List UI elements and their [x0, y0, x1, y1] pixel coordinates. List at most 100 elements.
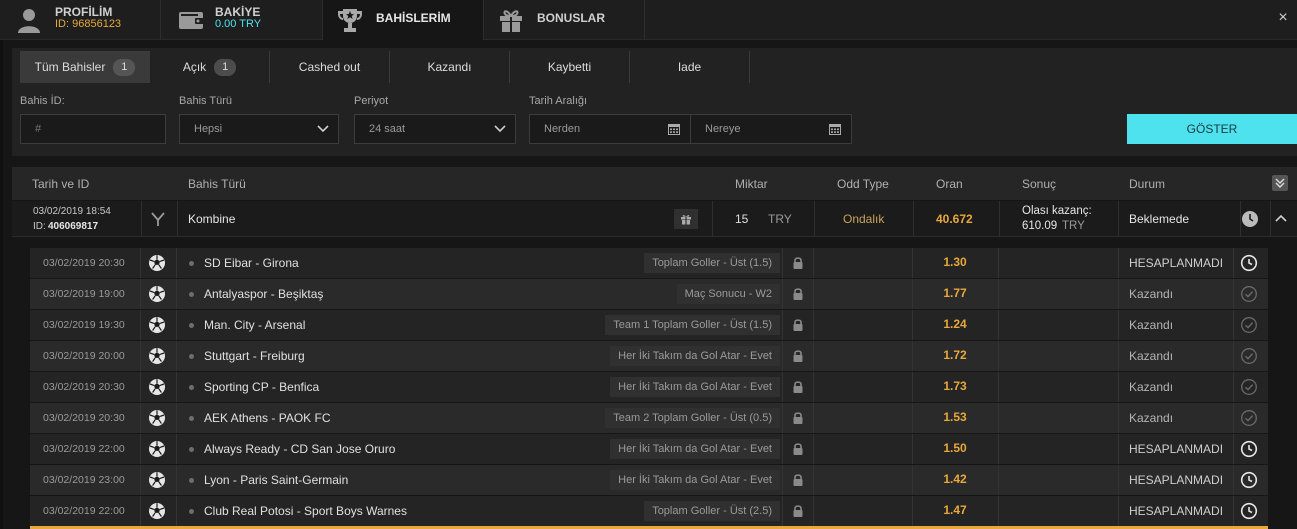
bullet-dot	[189, 447, 194, 452]
bet-row[interactable]: 03/02/2019 18:54 ID: 406069817 Kombine 1…	[12, 201, 1297, 237]
bonus-gift-button[interactable]	[674, 209, 698, 229]
tab-label: Kaybetti	[547, 60, 592, 74]
bullet-dot	[189, 354, 194, 359]
soccer-ball-icon	[149, 286, 165, 302]
selection-row[interactable]: 03/02/2019 22:00 Club Real Potosi - Sport…	[30, 496, 1268, 526]
col-odds: Oran	[936, 177, 963, 191]
selection-status: Kazandı	[1129, 380, 1174, 394]
selection-row[interactable]: 03/02/2019 19:00 Antalyaspor - Beşiktaş Ma…	[30, 279, 1268, 309]
tab-label: Açık	[182, 60, 207, 74]
account-topbar: PROFİLİM ID: 96856123 BAKİYE 0.00 TRY BA…	[0, 0, 1297, 40]
wallet-icon	[179, 12, 204, 29]
check-circle-icon	[1241, 286, 1257, 302]
bet-amount: 15	[735, 212, 749, 226]
odd-type: Ondalık	[843, 212, 885, 226]
lock-icon	[793, 505, 803, 517]
soccer-ball-icon	[149, 441, 165, 457]
bet-date: 03/02/2019 18:54	[33, 206, 111, 217]
selection-match: AEK Athens - PAOK FC	[204, 411, 331, 425]
bet-status: Beklemede	[1129, 212, 1190, 226]
selection-market: Toplam Goller - Üst (2.5)	[644, 501, 780, 521]
bet-type-label: Bahis Türü	[179, 95, 232, 107]
gift-icon	[500, 10, 522, 32]
tab-open[interactable]: Açık 1	[150, 51, 270, 83]
selection-match: Lyon - Paris Saint-Germain	[204, 473, 349, 487]
selection-date: 03/02/2019 20:30	[43, 257, 125, 269]
tab-won[interactable]: Kazandı	[390, 51, 510, 83]
selection-match: Always Ready - CD San Jose Oruro	[204, 442, 396, 456]
selection-odds: 1.73	[943, 379, 967, 393]
lock-icon	[793, 257, 803, 269]
bullet-dot	[189, 478, 194, 483]
tab-lost[interactable]: Kaybetti	[510, 51, 630, 83]
selection-status: HESAPLANMADI	[1129, 504, 1224, 518]
left-scroll-edge	[0, 40, 3, 529]
selection-match: Sporting CP - Benfica	[204, 380, 320, 394]
tab-label: Kazandı	[427, 60, 472, 74]
tab-bonuses[interactable]: BONUSLAR	[484, 0, 645, 40]
selection-status: Kazandı	[1129, 318, 1174, 332]
col-result: Sonuç	[1022, 177, 1057, 191]
selection-date: 03/02/2019 20:30	[43, 381, 125, 393]
selection-row[interactable]: 03/02/2019 20:30 AEK Athens - PAOK FC Team…	[30, 403, 1268, 433]
clock-icon	[1240, 502, 1258, 520]
bet-type-select[interactable]: Hepsi	[179, 114, 339, 144]
lock-icon	[793, 412, 803, 424]
potential-win-label: Olası kazanç:	[1022, 205, 1092, 217]
selection-date: 03/02/2019 22:00	[43, 505, 125, 517]
date-range-label: Tarih Aralığı	[529, 95, 588, 107]
tab-bonuses-title: BONUSLAR	[537, 11, 605, 25]
date-from-input[interactable]: Nerden	[529, 114, 691, 144]
lock-icon	[793, 350, 803, 362]
chevron-up-icon[interactable]	[1274, 212, 1288, 226]
selection-row[interactable]: 03/02/2019 20:30 SD Eibar - Girona Toplam …	[30, 248, 1268, 278]
selection-row[interactable]: 03/02/2019 23:00 Lyon - Paris Saint-Germa…	[30, 465, 1268, 495]
selection-odds: 1.30	[943, 255, 967, 269]
tab-refund[interactable]: Iade	[630, 51, 750, 83]
selection-match: Club Real Potosi - Sport Boys Warnes	[204, 504, 407, 518]
bets-table-header: Tarih ve ID Bahis Türü Miktar Odd Type O…	[12, 167, 1297, 200]
tab-profile[interactable]: PROFİLİM ID: 96856123	[0, 0, 161, 40]
close-button[interactable]: ×	[1273, 8, 1293, 28]
selection-odds: 1.50	[943, 441, 967, 455]
soccer-ball-icon	[149, 472, 165, 488]
tab-my-bets-title: BAHİSLERİM	[376, 11, 451, 25]
selection-list: 03/02/2019 20:30 SD Eibar - Girona Toplam …	[30, 248, 1268, 529]
selection-odds: 1.42	[943, 472, 967, 486]
date-to-input[interactable]: Nereye	[690, 114, 852, 144]
selection-row[interactable]: 03/02/2019 22:00 Always Ready - CD San Jo…	[30, 434, 1268, 464]
tab-all-bets[interactable]: Tüm Bahisler 1	[20, 51, 150, 83]
total-odds: 40.672	[936, 212, 973, 226]
clock-icon	[1240, 471, 1258, 489]
gift-icon	[681, 215, 691, 225]
selection-status: Kazandı	[1129, 349, 1174, 363]
collapse-all-button[interactable]	[1272, 175, 1288, 191]
selection-status: HESAPLANMADI	[1129, 473, 1224, 487]
show-button[interactable]: GÖSTER	[1127, 114, 1297, 144]
period-select[interactable]: 24 saat	[354, 114, 516, 144]
bet-id-input[interactable]	[20, 114, 166, 144]
tab-cashed-out[interactable]: Cashed out	[270, 51, 390, 83]
selection-market: Her İki Takım da Gol Atar - Evet	[610, 346, 780, 366]
selection-odds: 1.47	[943, 503, 967, 517]
selection-row[interactable]: 03/02/2019 20:30 Sporting CP - Benfica Her…	[30, 372, 1268, 402]
selection-date: 03/02/2019 23:00	[43, 474, 125, 486]
selection-market: Maç Sonucu - W2	[676, 284, 780, 304]
tab-balance[interactable]: BAKİYE 0.00 TRY	[161, 0, 323, 40]
selection-market: Her İki Takım da Gol Atar - Evet	[610, 470, 780, 490]
selection-market: Team 1 Toplam Goller - Üst (1.5)	[605, 315, 780, 335]
selection-market: Her İki Takım da Gol Atar - Evet	[610, 439, 780, 459]
selection-row[interactable]: 03/02/2019 20:00 Stuttgart - Freiburg Her …	[30, 341, 1268, 371]
check-circle-icon	[1241, 410, 1257, 426]
tab-balance-title: BAKİYE	[215, 5, 261, 19]
selection-date: 03/02/2019 20:30	[43, 412, 125, 424]
combo-icon	[151, 212, 165, 226]
calendar-icon	[668, 124, 680, 135]
bullet-dot	[189, 416, 194, 421]
tab-my-bets[interactable]: BAHİSLERİM	[323, 0, 484, 40]
selection-market: Team 2 Toplam Goller - Üst (0.5)	[605, 408, 780, 428]
lock-icon	[793, 443, 803, 455]
soccer-ball-icon	[149, 348, 165, 364]
selection-match: Stuttgart - Freiburg	[204, 349, 305, 363]
selection-row[interactable]: 03/02/2019 19:30 Man. City - Arsenal Team …	[30, 310, 1268, 340]
